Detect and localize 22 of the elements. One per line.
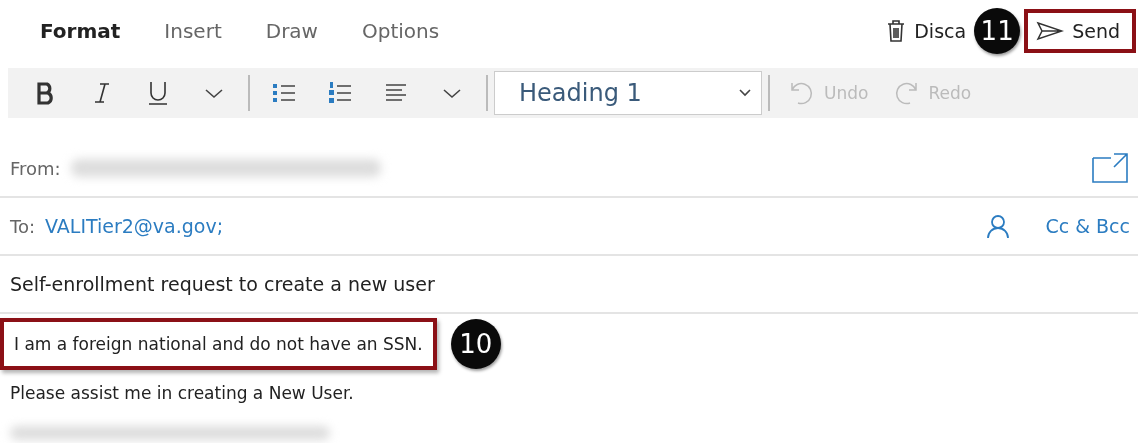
- recipient-chip[interactable]: VALITier2@va.gov;: [45, 215, 224, 237]
- tab[interactable]: Format: [18, 12, 143, 50]
- send-button[interactable]: Send: [1024, 9, 1136, 53]
- callout-badge: 10: [450, 319, 501, 369]
- subject-field[interactable]: Self-enrollment request to create a new user: [10, 273, 435, 295]
- tab[interactable]: Insert: [142, 12, 244, 50]
- discard-button[interactable]: Disca: [882, 7, 971, 55]
- callout-badge: 11: [974, 8, 1021, 54]
- cc-bcc-link[interactable]: Cc & Bcc: [1045, 215, 1130, 237]
- trash-icon[interactable]: [886, 19, 907, 43]
- to-label: To:: [10, 215, 35, 237]
- body-text: I am a foreign national and do not have an SSN.: [0, 318, 437, 370]
- person-icon[interactable]: [985, 213, 1012, 239]
- pop-out-icon[interactable]: [1090, 151, 1130, 185]
- numbered-list-icon[interactable]: [327, 80, 353, 106]
- from-label: From:: [10, 157, 61, 179]
- style-dropdown[interactable]: Heading 1: [494, 71, 762, 115]
- tab[interactable]: Draw: [243, 12, 340, 50]
- body-text: Please assist me in creating a New User.: [9, 383, 355, 403]
- chevron-down-icon[interactable]: [737, 87, 753, 99]
- tab[interactable]: Options: [340, 12, 462, 50]
- send-icon[interactable]: [1036, 21, 1065, 41]
